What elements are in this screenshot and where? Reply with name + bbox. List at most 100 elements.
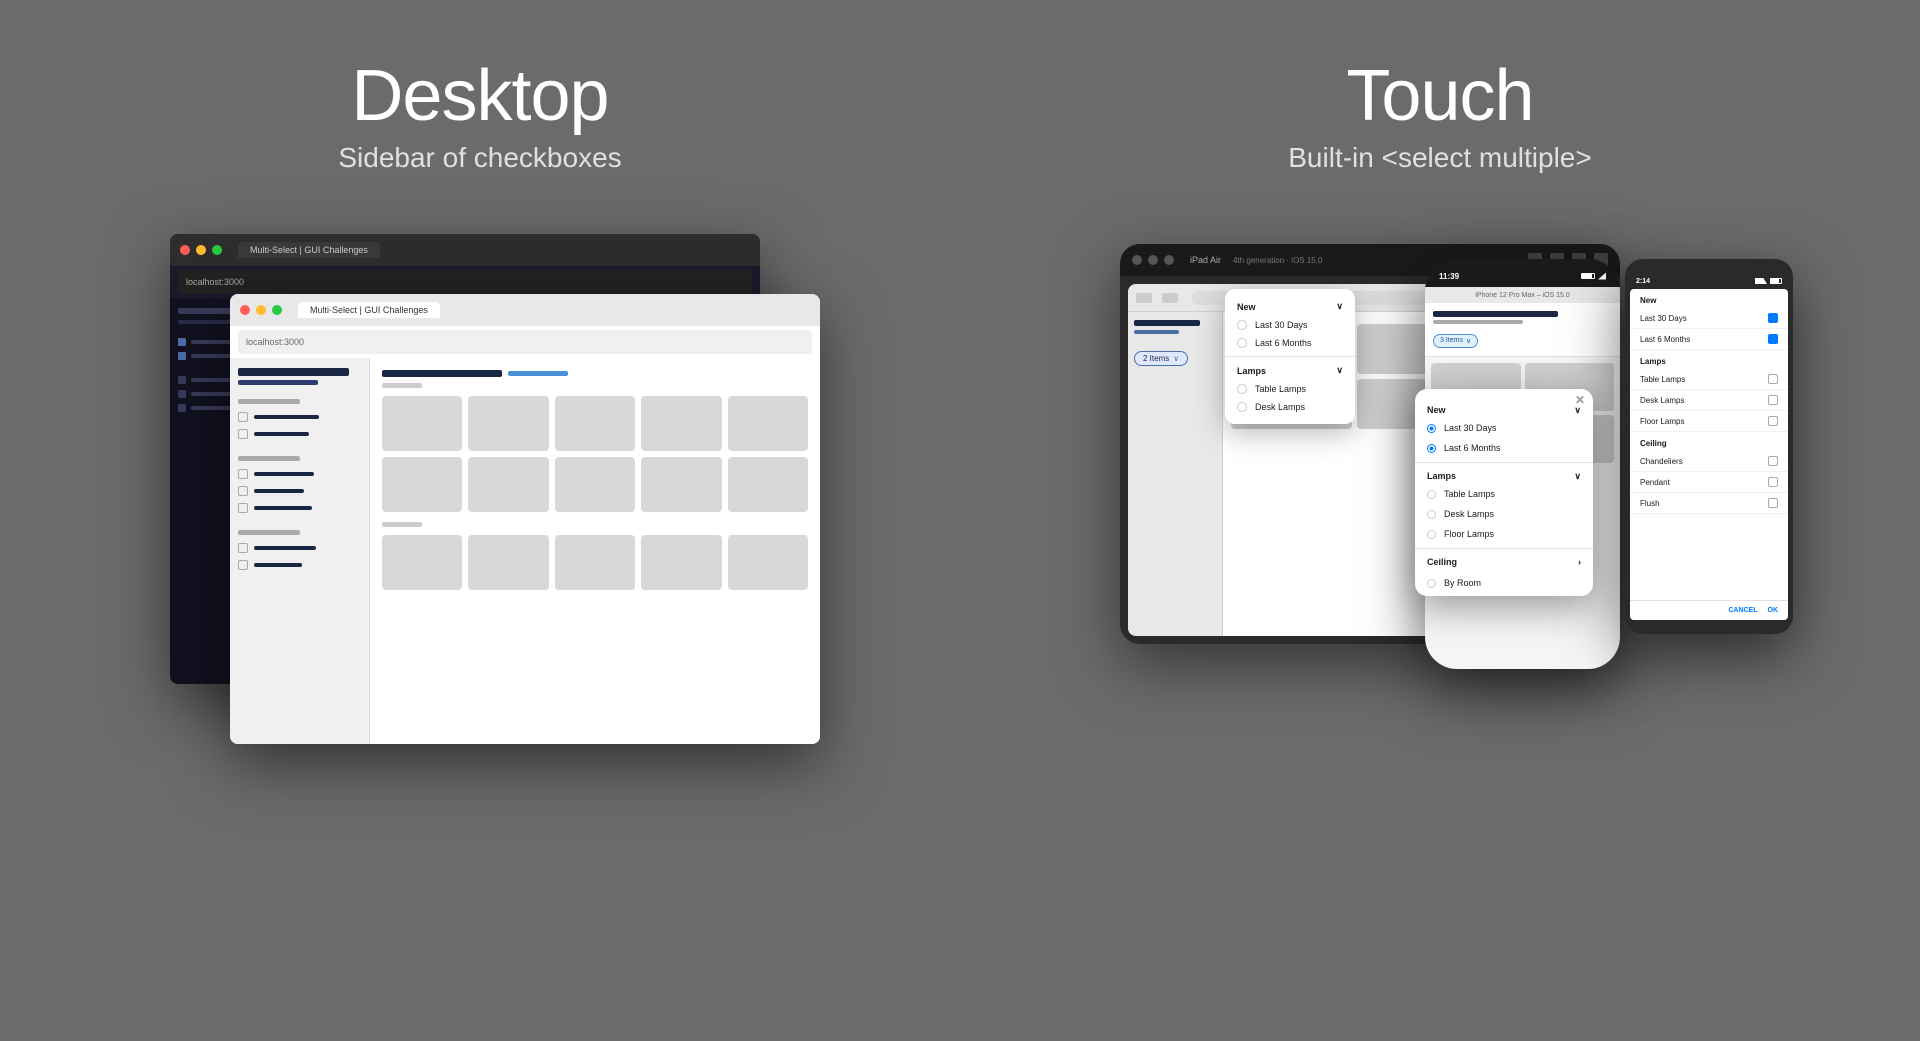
iphone-section-ceiling-label: Ceiling	[1427, 557, 1457, 567]
filter-badge-2-items[interactable]: 2 Items ∨	[1134, 351, 1188, 366]
android-battery-fill	[1771, 279, 1779, 283]
ipad-dot-1	[1132, 255, 1142, 265]
android-item-table-lamps[interactable]: Table Lamps	[1630, 369, 1788, 390]
desktop-title: Desktop	[351, 60, 608, 132]
android-item-pendant[interactable]: Pendant	[1630, 472, 1788, 493]
android-battery-icon	[1770, 278, 1782, 284]
iphone-label-by-room: By Room	[1444, 578, 1481, 588]
iphone-label-last30: Last 30 Days	[1444, 423, 1497, 433]
nav-sub	[1134, 330, 1179, 334]
android-item-last30[interactable]: Last 30 Days	[1630, 308, 1788, 329]
iphone-item-by-room[interactable]: By Room	[1415, 573, 1593, 596]
iphone-item-last30[interactable]: Last 30 Days	[1415, 418, 1593, 438]
checkbox-light-6[interactable]	[238, 543, 248, 553]
checkbox-5	[178, 404, 186, 412]
ipad-device-sublabel: 4th generation · iOS 15.0	[1233, 256, 1322, 265]
checkbox-light-3[interactable]	[238, 469, 248, 479]
android-checkbox-last30[interactable]	[1768, 313, 1778, 323]
radio-iphone-by-room[interactable]	[1427, 579, 1436, 588]
browser-url-fg: localhost:3000	[246, 337, 304, 347]
iphone-divider-1	[1415, 462, 1593, 463]
android-section-ceiling: Ceiling	[1630, 432, 1788, 451]
android-section-new: New	[1630, 289, 1788, 308]
radio-last30[interactable]	[1237, 320, 1247, 330]
checkbox-light-2[interactable]	[238, 429, 248, 439]
browser-tab-fg: Multi-Select | GUI Challenges	[298, 302, 440, 318]
dropdown-item-last6[interactable]: Last 6 Months	[1225, 334, 1355, 352]
checkbox-light-5[interactable]	[238, 503, 248, 513]
android-label-chandeliers: Chandeliers	[1640, 457, 1683, 466]
iphone-model-bar: iPhone 12 Pro Max – iOS 15.0	[1425, 287, 1620, 303]
iphone-item-last6[interactable]: Last 6 Months	[1415, 438, 1593, 458]
android-checkbox-pendant[interactable]	[1768, 477, 1778, 487]
browser-titlebar-bg: Multi-Select | GUI Challenges	[170, 234, 760, 266]
android-status-icons	[1755, 278, 1782, 284]
iphone-filter-badge[interactable]: 3 Items ∨	[1433, 334, 1478, 348]
iphone-item-desk-lamps[interactable]: Desk Lamps	[1415, 504, 1593, 524]
grid-item-12	[468, 535, 548, 590]
grid-item-13	[555, 535, 635, 590]
android-checkbox-last6[interactable]	[1768, 334, 1778, 344]
iphone-item-floor-lamps[interactable]: Floor Lamps	[1415, 524, 1593, 544]
iphone-divider-2	[1415, 548, 1593, 549]
radio-iphone-desk-lamps[interactable]	[1427, 510, 1436, 519]
radio-last6[interactable]	[1237, 338, 1247, 348]
radio-desk-lamps[interactable]	[1237, 402, 1247, 412]
dropdown-item-table-lamps[interactable]: Table Lamps	[1225, 380, 1355, 398]
checkbox-light-7[interactable]	[238, 560, 248, 570]
android-checkbox-chandeliers[interactable]	[1768, 456, 1778, 466]
minimize-dot-fg	[256, 305, 266, 315]
forward-icon	[1162, 293, 1178, 303]
sidebar-light-item[interactable]	[238, 429, 361, 439]
main-grid-2	[382, 535, 808, 590]
section-label-2	[238, 456, 300, 461]
android-ok-button[interactable]: OK	[1768, 607, 1779, 614]
iphone-section-lamps-label: Lamps	[1427, 471, 1456, 482]
iphone-content-header: 3 Items ∨	[1425, 303, 1620, 357]
browser-tab-label-fg: Multi-Select | GUI Challenges	[310, 305, 428, 315]
radio-iphone-last30[interactable]	[1427, 424, 1436, 433]
grid-item-10	[728, 457, 808, 512]
android-checkbox-desk-lamps[interactable]	[1768, 395, 1778, 405]
iphone-dropdown-close-icon[interactable]: ✕	[1575, 393, 1585, 407]
iphone-lamps-chevron: ∨	[1574, 471, 1581, 482]
android-item-desk-lamps[interactable]: Desk Lamps	[1630, 390, 1788, 411]
iphone-label-floor-lamps: Floor Lamps	[1444, 529, 1494, 539]
checkbox-light-4[interactable]	[238, 486, 248, 496]
dropdown-item-last30[interactable]: Last 30 Days	[1225, 316, 1355, 334]
android-checkbox-flush[interactable]	[1768, 498, 1778, 508]
android-item-floor-lamps[interactable]: Floor Lamps	[1630, 411, 1788, 432]
checkbox-light-1[interactable]	[238, 412, 248, 422]
browser-tab-label: Multi-Select | GUI Challenges	[250, 245, 368, 255]
iphone-item-table-lamps[interactable]: Table Lamps	[1415, 484, 1593, 504]
iphone-model-label: iPhone 12 Pro Max – iOS 15.0	[1475, 292, 1570, 299]
iphone-notch: 11:39	[1425, 259, 1620, 287]
android-item-chandeliers[interactable]: Chandeliers	[1630, 451, 1788, 472]
dropdown-item-desk-lamps[interactable]: Desk Lamps	[1225, 398, 1355, 416]
radio-iphone-table-lamps[interactable]	[1427, 490, 1436, 499]
battery-icon	[1581, 273, 1595, 279]
sidebar-light-item[interactable]	[238, 469, 361, 479]
sidebar-light-item[interactable]	[238, 503, 361, 513]
dropdown-label-last30: Last 30 Days	[1255, 320, 1308, 330]
radio-table-lamps[interactable]	[1237, 384, 1247, 394]
radio-iphone-last6[interactable]	[1427, 444, 1436, 453]
grid-item-1	[382, 396, 462, 451]
grid-item-4	[641, 396, 721, 451]
android-checkbox-floor-lamps[interactable]	[1768, 416, 1778, 426]
sidebar-light-item[interactable]	[238, 543, 361, 553]
sidebar-light-item[interactable]	[238, 486, 361, 496]
desktop-section: Desktop Sidebar of checkboxes Multi-Sele…	[0, 0, 960, 1041]
android-item-last6[interactable]: Last 6 Months	[1630, 329, 1788, 350]
android-cancel-button[interactable]: CANCEL	[1728, 607, 1757, 614]
android-label-table-lamps: Table Lamps	[1640, 375, 1685, 384]
android-checkbox-table-lamps[interactable]	[1768, 374, 1778, 384]
dropdown-section-lamps: Lamps ∨	[1225, 361, 1355, 380]
sidebar-light-item[interactable]	[238, 412, 361, 422]
radio-iphone-floor-lamps[interactable]	[1427, 530, 1436, 539]
grid-item-2	[468, 396, 548, 451]
iphone-section-ceiling: Ceiling ›	[1415, 553, 1593, 573]
android-item-flush[interactable]: Flush	[1630, 493, 1788, 514]
sidebar-light-item[interactable]	[238, 560, 361, 570]
browser-stack: Multi-Select | GUI Challenges localhost:…	[170, 234, 790, 714]
